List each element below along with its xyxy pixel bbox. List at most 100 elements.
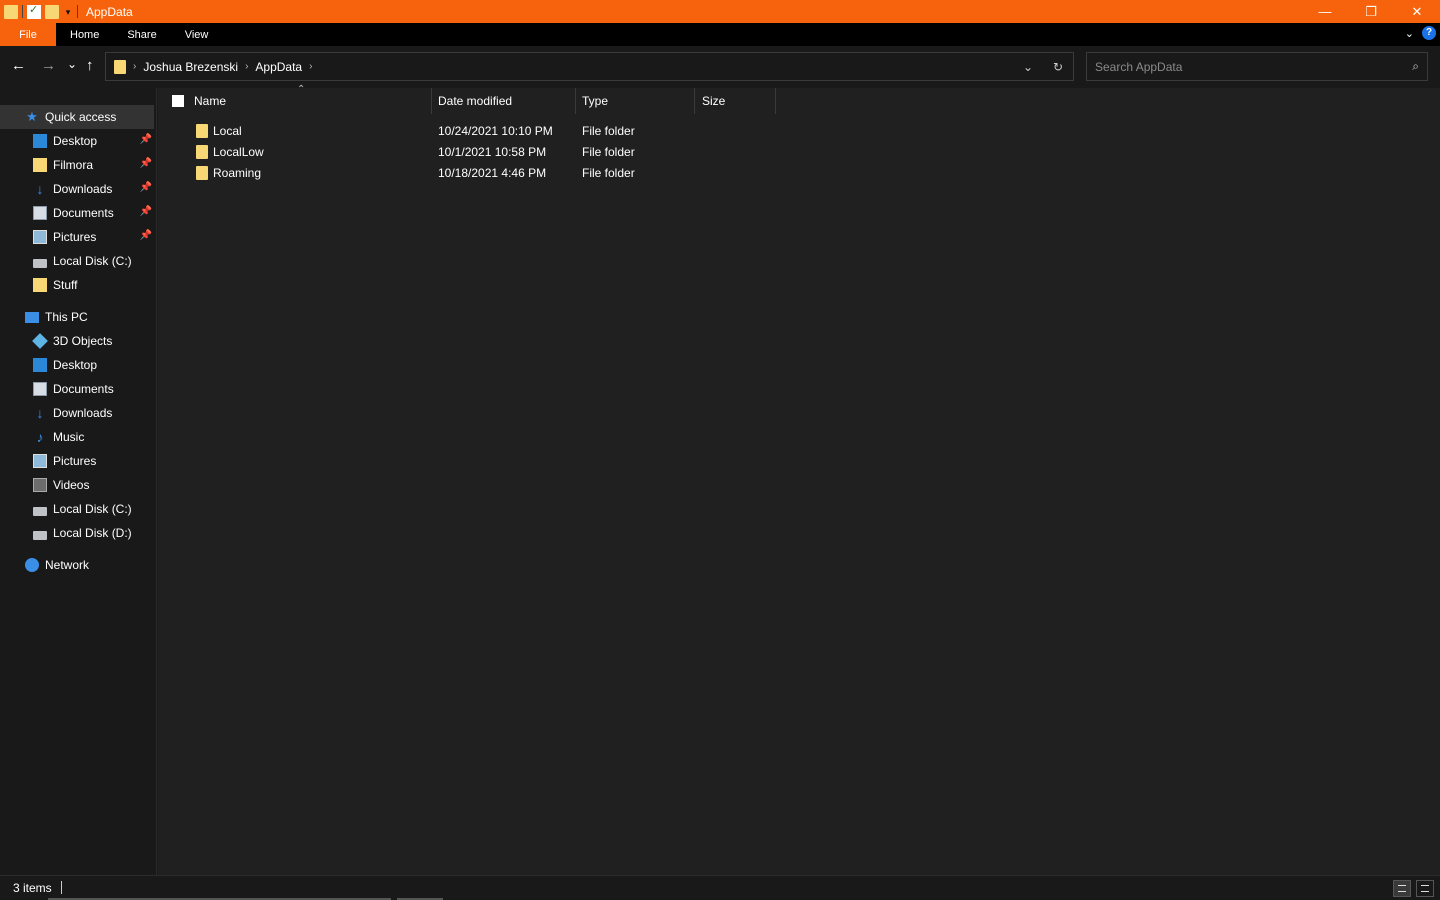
sidebar-item-stuff[interactable]: Stuff — [0, 273, 156, 297]
column-divider[interactable] — [694, 88, 695, 114]
file-row-locallow[interactable]: LocalLow 10/1/2021 10:58 PM File folder — [158, 141, 778, 162]
sidebar-item-pictures-pc[interactable]: Pictures — [0, 449, 156, 473]
sidebar-item-documents-pc[interactable]: Documents — [0, 377, 156, 401]
sidebar-item-label: Music — [53, 430, 85, 444]
address-dropdown-chevron-icon[interactable]: ⌄ — [1013, 60, 1043, 74]
tab-share[interactable]: Share — [113, 23, 170, 46]
star-icon: ★ — [26, 109, 38, 124]
sidebar-item-desktop-pc[interactable]: Desktop — [0, 353, 156, 377]
search-input[interactable] — [1087, 53, 1387, 80]
sidebar-item-network[interactable]: Network — [0, 553, 156, 577]
sidebar-item-local-disk-d[interactable]: Local Disk (D:) — [0, 521, 156, 545]
network-icon — [25, 558, 39, 572]
new-folder-icon[interactable] — [45, 4, 59, 19]
tab-file[interactable]: File — [0, 23, 56, 46]
large-icons-view-button[interactable] — [1416, 880, 1434, 897]
file-row-roaming[interactable]: Roaming 10/18/2021 4:46 PM File folder — [158, 162, 778, 183]
sidebar-item-quick-access[interactable]: ★ Quick access — [0, 105, 154, 129]
column-divider[interactable] — [431, 88, 432, 114]
restore-button[interactable]: ❐ — [1348, 0, 1394, 23]
sidebar-item-label: This PC — [45, 310, 88, 324]
file-list: ⌃ Name Date modified Type Size Local 10/… — [158, 84, 1440, 875]
file-row-local[interactable]: Local 10/24/2021 10:10 PM File folder — [158, 120, 778, 141]
refresh-icon[interactable]: ↻ — [1043, 60, 1073, 74]
sidebar-item-label: Documents — [53, 382, 114, 396]
column-header-name[interactable]: Name — [194, 88, 226, 114]
folder-icon — [33, 278, 47, 292]
sidebar-item-documents[interactable]: Documents 📌 — [0, 201, 156, 225]
sidebar-item-desktop[interactable]: Desktop 📌 — [0, 129, 156, 153]
breadcrumb-appdata[interactable]: AppData — [255, 60, 302, 74]
divider — [22, 5, 23, 18]
recent-locations-chevron-icon[interactable]: ⌄ — [67, 56, 77, 72]
sidebar-item-downloads[interactable]: ↓ Downloads 📌 — [0, 177, 156, 201]
folder-icon — [196, 145, 208, 159]
file-date: 10/18/2021 4:46 PM — [438, 166, 547, 180]
column-divider[interactable] — [775, 88, 776, 114]
column-divider[interactable] — [575, 88, 576, 114]
divider — [77, 5, 78, 18]
back-arrow-icon[interactable]: ← — [11, 58, 26, 74]
up-arrow-icon[interactable]: ↑ — [86, 58, 94, 74]
item-count: 3 items — [13, 881, 52, 895]
computer-icon — [25, 311, 39, 323]
expand-ribbon-chevron-icon[interactable]: ⌄ — [1405, 27, 1414, 40]
status-bar: 3 items — [0, 875, 1440, 900]
documents-icon — [33, 382, 47, 396]
help-icon[interactable]: ? — [1422, 26, 1436, 40]
sidebar-item-label: Downloads — [53, 182, 113, 196]
column-header-date-modified[interactable]: Date modified — [438, 88, 512, 114]
column-header-type[interactable]: Type — [582, 88, 608, 114]
sort-ascending-icon: ⌃ — [297, 84, 306, 95]
forward-arrow-icon[interactable]: → — [41, 58, 56, 74]
file-name: Local — [213, 124, 242, 138]
sidebar-item-label: Local Disk (C:) — [53, 502, 132, 516]
search-icon[interactable]: ⌕ — [1412, 59, 1419, 74]
folder-icon — [196, 166, 208, 180]
minimize-button[interactable]: — — [1302, 0, 1348, 23]
file-name: LocalLow — [213, 145, 264, 159]
pin-icon: 📌 — [139, 134, 152, 145]
sidebar-item-label: Videos — [53, 478, 90, 492]
quick-access-toolbar: ▾ — [0, 0, 78, 23]
breadcrumb-chevron-icon[interactable]: › — [133, 61, 136, 72]
divider — [61, 881, 62, 894]
pictures-icon — [33, 454, 47, 468]
sidebar-item-local-disk-c-pc[interactable]: Local Disk (C:) — [0, 497, 156, 521]
sidebar-item-local-disk-c[interactable]: Local Disk (C:) — [0, 249, 156, 273]
sidebar-item-pictures[interactable]: Pictures 📌 — [0, 225, 156, 249]
large-icons-view-icon — [1421, 885, 1429, 892]
pictures-icon — [33, 230, 47, 244]
sidebar-item-music[interactable]: ♪ Music — [0, 425, 156, 449]
tab-view[interactable]: View — [171, 23, 223, 46]
disk-icon — [33, 530, 47, 540]
column-header-size[interactable]: Size — [702, 88, 725, 114]
videos-icon — [33, 478, 47, 492]
file-date: 10/1/2021 10:58 PM — [438, 145, 547, 159]
sidebar-item-label: Downloads — [53, 406, 113, 420]
music-icon: ♪ — [36, 429, 44, 445]
properties-icon[interactable] — [27, 3, 41, 19]
customize-toolbar-chevron-icon[interactable]: ▾ — [63, 5, 73, 19]
tab-home[interactable]: Home — [56, 23, 113, 46]
disk-icon — [33, 506, 47, 516]
address-bar[interactable]: › Joshua Brezenski › AppData › ⌄ ↻ — [105, 52, 1074, 81]
sidebar-item-3d-objects[interactable]: 3D Objects — [0, 329, 156, 353]
pin-icon: 📌 — [139, 158, 152, 169]
sidebar-item-this-pc[interactable]: This PC — [0, 305, 156, 329]
close-button[interactable]: ✕ — [1394, 0, 1440, 23]
sidebar-item-videos[interactable]: Videos — [0, 473, 156, 497]
breadcrumb-joshua-brezenski[interactable]: Joshua Brezenski — [143, 60, 238, 74]
breadcrumb-chevron-icon[interactable]: › — [309, 61, 312, 72]
breadcrumb-chevron-icon[interactable]: › — [245, 61, 248, 72]
select-all-checkbox[interactable] — [172, 95, 184, 107]
desktop-icon — [33, 134, 47, 148]
details-view-button[interactable] — [1393, 880, 1411, 897]
window-controls: — ❐ ✕ — [1302, 0, 1440, 23]
sidebar-item-filmora[interactable]: Filmora 📌 — [0, 153, 156, 177]
folder-icon — [33, 158, 47, 172]
sidebar-item-downloads-pc[interactable]: ↓ Downloads — [0, 401, 156, 425]
downloads-icon: ↓ — [36, 181, 44, 197]
search-box[interactable]: ⌕ — [1086, 52, 1428, 81]
